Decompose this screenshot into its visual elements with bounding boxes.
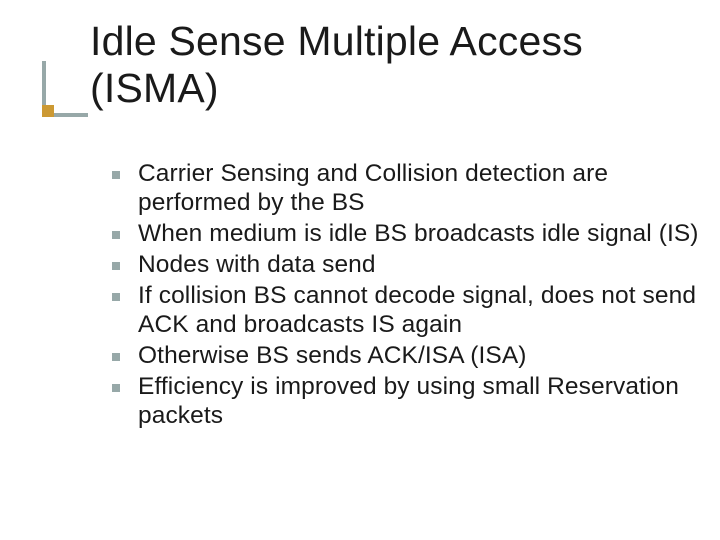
slide-title: Idle Sense Multiple Access (ISMA) bbox=[90, 18, 720, 112]
list-item: When medium is idle BS broadcasts idle s… bbox=[108, 220, 702, 249]
list-item: Nodes with data send bbox=[108, 251, 702, 280]
slide-content: Carrier Sensing and Collision detection … bbox=[0, 160, 720, 430]
list-item: If collision BS cannot decode signal, do… bbox=[108, 282, 702, 340]
list-item: Otherwise BS sends ACK/ISA (ISA) bbox=[108, 342, 702, 371]
list-item: Efficiency is improved by using small Re… bbox=[108, 373, 702, 431]
title-decoration-corner bbox=[42, 105, 54, 117]
title-block: Idle Sense Multiple Access (ISMA) bbox=[0, 0, 720, 112]
bullet-list: Carrier Sensing and Collision detection … bbox=[108, 160, 702, 430]
list-item: Carrier Sensing and Collision detection … bbox=[108, 160, 702, 218]
